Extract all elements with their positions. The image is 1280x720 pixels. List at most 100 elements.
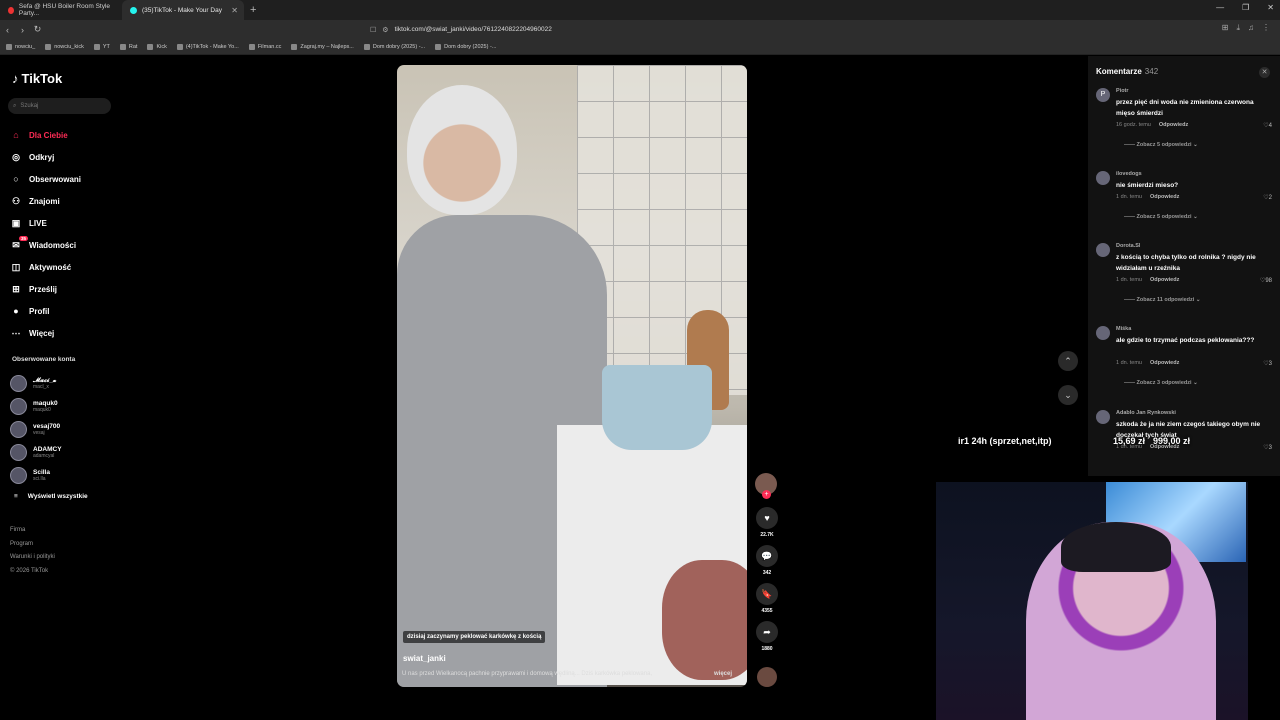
- back-icon[interactable]: ‹: [0, 25, 15, 35]
- bookmark-item[interactable]: Dom dobry (2025) -...: [363, 43, 425, 50]
- footer-link[interactable]: Warunki i polityki: [10, 551, 55, 565]
- sidebar-item-profile[interactable]: ● Profil: [10, 300, 120, 322]
- tiktok-logo[interactable]: ♪ TikTok: [12, 71, 62, 86]
- site-info-icon[interactable]: ⚙: [382, 26, 388, 34]
- sidebar-item-label: Znajomi: [29, 196, 60, 206]
- bookmark-item[interactable]: Filman.cc: [248, 43, 281, 50]
- comment-likes[interactable]: ♡98: [1260, 277, 1272, 284]
- followed-accounts-list: 𝓜𝓪𝓬𝓲_𝔁 macl_x maquk0 maquk0 vesaj700 vesaj ADA…: [10, 372, 120, 487]
- bookmark-icon[interactable]: 🔖: [756, 583, 778, 605]
- bookmark-item[interactable]: YT: [93, 43, 110, 50]
- tiktok-favicon-icon: [130, 6, 137, 14]
- comment-username[interactable]: Miśka: [1116, 326, 1131, 332]
- avatar[interactable]: P: [1096, 88, 1110, 102]
- bookmark-item[interactable]: nowciu_: [6, 43, 35, 50]
- footer-link[interactable]: Program: [10, 538, 55, 552]
- avatar[interactable]: [1096, 243, 1110, 257]
- bookmark-item[interactable]: Rat: [119, 43, 137, 50]
- next-video-icon[interactable]: ⌄: [1058, 385, 1078, 405]
- followed-account[interactable]: 𝓜𝓪𝓬𝓲_𝔁 macl_x: [10, 372, 120, 395]
- address-bar[interactable]: ☐ ⚙ tiktok.com/@swiat_janki/video/761224…: [370, 22, 910, 37]
- sidebar-item-upload[interactable]: ⊞ Prześlij: [10, 278, 120, 300]
- sidebar-nav: ⌂ Dla Ciebie ◎ Odkryj ○ Obserwowani ⚇ Znajomi ▣ L…: [10, 124, 120, 344]
- follow-plus-icon[interactable]: +: [762, 490, 771, 499]
- bookmark-item[interactable]: Zagraj.my – Najleps...: [291, 43, 354, 50]
- comment-icon[interactable]: 💬: [756, 545, 778, 567]
- download-icon[interactable]: ⤓: [1236, 23, 1240, 33]
- followed-account[interactable]: ADAMCY adamcyal: [10, 441, 120, 464]
- bookmark-item[interactable]: nowciu_kick: [45, 43, 84, 50]
- view-replies-button[interactable]: —— Zobacz 11 odpowiedzi ⌄: [1124, 297, 1200, 303]
- comment-username[interactable]: Dorota.Sl: [1116, 243, 1140, 249]
- comment-likes[interactable]: ♡3: [1263, 360, 1272, 367]
- browser-tab-2[interactable]: (35)TikTok - Make Your Day ✕: [122, 0, 244, 20]
- view-replies-button[interactable]: —— Zobacz 5 odpowiedzi ⌄: [1124, 214, 1198, 220]
- avatar[interactable]: [1096, 326, 1110, 340]
- comment-username[interactable]: Adablo Jan Rynkowski: [1116, 410, 1176, 416]
- close-comments-icon[interactable]: ✕: [1259, 67, 1270, 78]
- previous-video-icon[interactable]: ⌃: [1058, 351, 1078, 371]
- avatar[interactable]: [1096, 171, 1110, 185]
- followed-accounts-title: Obserwowane konta: [12, 356, 76, 363]
- new-tab-icon[interactable]: +: [250, 4, 256, 16]
- comment-likes[interactable]: ♡4: [1263, 122, 1272, 129]
- sidebar-item-more[interactable]: ⋯ Więcej: [10, 322, 120, 344]
- view-replies-button[interactable]: —— Zobacz 5 odpowiedzi ⌄: [1124, 142, 1198, 148]
- sidebar-item-home[interactable]: ⌂ Dla Ciebie: [10, 124, 120, 146]
- browser-tab-1[interactable]: Sefa @ HSU Boiler Room Style Party...: [0, 0, 122, 20]
- comment-username[interactable]: ilovedogs: [1116, 171, 1142, 177]
- like-count: 2: [1268, 195, 1272, 201]
- reply-button[interactable]: Odpowiedz: [1150, 360, 1179, 366]
- sidebar-item-following[interactable]: ○ Obserwowani: [10, 168, 120, 190]
- followed-account[interactable]: Scilla sci.lla: [10, 464, 120, 487]
- bookmark-item[interactable]: Dom dobry (2025) -...: [435, 43, 496, 50]
- reload-icon[interactable]: ↻: [30, 24, 45, 35]
- close-window-icon[interactable]: ✕: [1267, 3, 1274, 12]
- comment-likes[interactable]: ♡2: [1263, 194, 1272, 201]
- bookmark-star-icon[interactable]: ☐: [370, 26, 376, 34]
- view-replies-button[interactable]: —— Zobacz 3 odpowiedzi ⌄: [1124, 380, 1198, 386]
- forward-icon[interactable]: ›: [15, 25, 30, 35]
- reply-button[interactable]: Odpowiedz: [1150, 277, 1179, 283]
- more-link[interactable]: więcej: [714, 671, 732, 677]
- comment-meta: 1 dn. temu Odpowiedz: [1116, 277, 1179, 283]
- sidebar-item-friends[interactable]: ⚇ Znajomi: [10, 190, 120, 212]
- footer-link[interactable]: Firma: [10, 524, 55, 538]
- reply-button[interactable]: Odpowiedz: [1159, 122, 1188, 128]
- friends-icon: ⚇: [11, 195, 21, 206]
- like-heart-icon[interactable]: ♥: [756, 507, 778, 529]
- followed-account[interactable]: vesaj700 vesaj: [10, 418, 120, 441]
- share-icon[interactable]: ➦: [756, 621, 778, 643]
- sidebar-item-messages[interactable]: ✉ 35 Wiadomości: [10, 234, 120, 256]
- music-icon[interactable]: ♫: [1248, 23, 1254, 33]
- video-player[interactable]: [397, 65, 747, 687]
- woman-head: [407, 85, 517, 215]
- close-tab-icon[interactable]: ✕: [231, 6, 238, 15]
- extension-icon[interactable]: ⊞: [1222, 23, 1229, 33]
- video-author[interactable]: swiat_janki: [403, 654, 446, 663]
- reply-button[interactable]: Odpowiedz: [1150, 194, 1179, 200]
- maximize-icon[interactable]: ❐: [1242, 3, 1249, 12]
- comment-likes[interactable]: ♡3: [1263, 444, 1272, 451]
- minimize-icon[interactable]: —: [1216, 3, 1224, 12]
- followed-account[interactable]: maquk0 maquk0: [10, 395, 120, 418]
- menu-icon[interactable]: ⋮: [1262, 23, 1270, 33]
- sidebar-item-activity[interactable]: ◫ Aktywność: [10, 256, 120, 278]
- list-icon: ≡: [14, 493, 18, 500]
- bookmark-item[interactable]: Kick: [147, 43, 167, 50]
- show-all-button[interactable]: ≡ Wyświetl wszystkie: [14, 493, 88, 500]
- sidebar-item-live[interactable]: ▣ LIVE: [10, 212, 120, 234]
- bookmark-favicon-icon: [176, 43, 183, 50]
- upload-icon: ⊞: [12, 283, 20, 294]
- avatar[interactable]: [1096, 410, 1110, 424]
- url-text: tiktok.com/@swiat_janki/video/7612240822…: [394, 26, 552, 33]
- sidebar-item-compass[interactable]: ◎ Odkryj: [10, 146, 120, 168]
- comment-username[interactable]: Piotr: [1116, 88, 1129, 94]
- search-input[interactable]: ⌕ Szukaj: [8, 98, 111, 114]
- comment-text: z kością to chyba tylko od rolnika ? nig…: [1116, 254, 1256, 272]
- creator-avatar[interactable]: +: [755, 473, 777, 499]
- music-disc-icon[interactable]: [757, 667, 777, 687]
- bookmark-item[interactable]: (4)TikTok - Make Yo...: [176, 43, 239, 50]
- view-replies-label: Zobacz 5 odpowiedzi: [1136, 142, 1192, 148]
- comment-time: 1 dn. temu: [1116, 360, 1142, 366]
